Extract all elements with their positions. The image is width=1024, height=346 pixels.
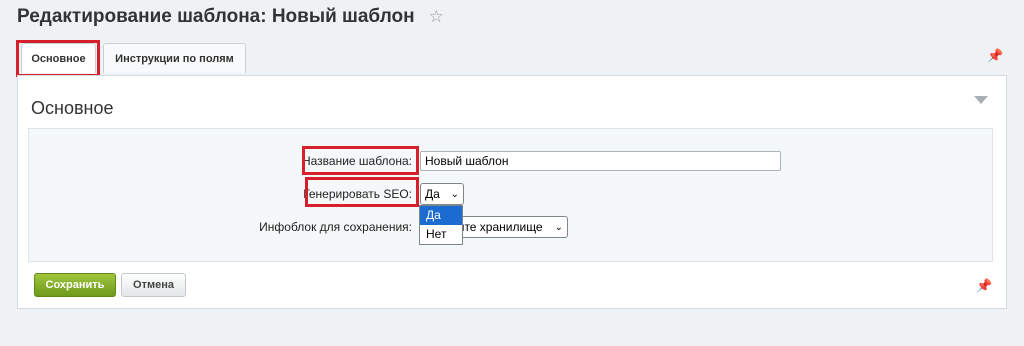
chevron-down-icon: ⌄ xyxy=(554,221,563,233)
form-area xyxy=(28,128,993,262)
generate-seo-dropdown: Да Нет xyxy=(419,205,463,245)
save-button-label: Сохранить xyxy=(45,279,105,291)
tab-field-instructions[interactable]: Инструкции по полям xyxy=(103,43,246,73)
star-icon[interactable]: ☆ xyxy=(429,7,444,27)
template-name-row: Название шаблона: xyxy=(200,151,781,171)
page-title: Редактирование шаблона: Новый шаблон ☆ xyxy=(17,6,444,28)
iblock-select-text: ите хранилище xyxy=(457,220,543,234)
save-button[interactable]: Сохранить xyxy=(34,273,116,297)
generate-seo-row: Генерировать SEO: Да ⌄ xyxy=(200,183,464,205)
page-title-text: Редактирование шаблона: Новый шаблон xyxy=(17,6,415,27)
cancel-button[interactable]: Отмена xyxy=(121,273,186,297)
iblock-row: Инфоблок для сохранения: ите хранилище ⌄ xyxy=(200,216,568,238)
generate-seo-selected: Да xyxy=(425,187,440,201)
pin-icon[interactable]: 📌 xyxy=(987,48,1003,64)
dropdown-option-no[interactable]: Нет xyxy=(420,225,462,244)
iblock-label: Инфоблок для сохранения: xyxy=(259,220,412,234)
collapse-arrow-icon[interactable] xyxy=(974,96,988,104)
dropdown-option-yes[interactable]: Да xyxy=(420,206,462,225)
tab-field-instructions-label: Инструкции по полям xyxy=(115,52,234,65)
generate-seo-select[interactable]: Да ⌄ xyxy=(420,183,464,205)
tab-main[interactable]: Основное xyxy=(21,43,96,73)
template-name-input[interactable] xyxy=(420,151,781,171)
tab-main-label: Основное xyxy=(31,52,86,65)
cancel-button-label: Отмена xyxy=(133,279,174,291)
template-name-label: Название шаблона: xyxy=(301,154,412,168)
chevron-down-icon: ⌄ xyxy=(450,188,459,200)
generate-seo-label: Генерировать SEO: xyxy=(303,187,412,201)
pin-icon-bottom[interactable]: 📌 xyxy=(976,278,992,294)
section-title: Основное xyxy=(31,98,114,118)
